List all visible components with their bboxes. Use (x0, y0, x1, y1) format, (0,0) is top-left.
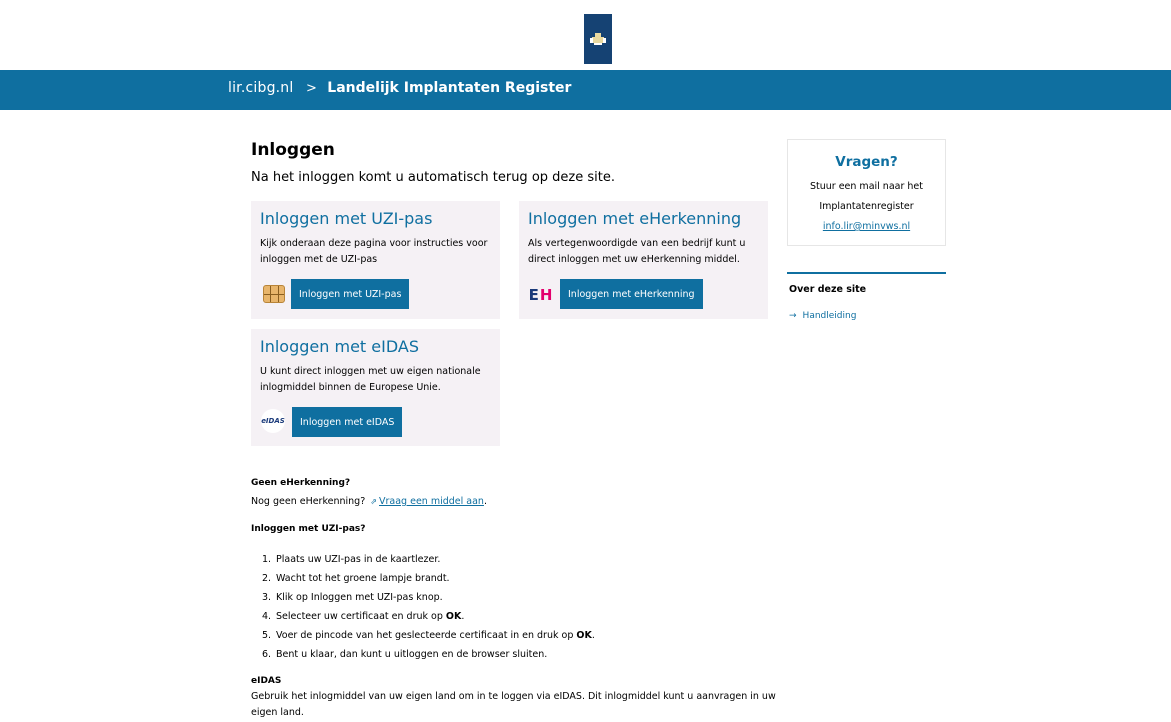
step-number: 3. (262, 592, 272, 603)
card-description: Kijk onderaan deze pagina voor instructi… (260, 236, 487, 268)
eidas-logo-text: eIDAS (261, 409, 285, 433)
step-number: 1. (262, 554, 272, 565)
eherkenning-logo-h: H (539, 286, 554, 304)
eidas-help-line: eigen land. (251, 707, 304, 718)
eidas-help-text: Gebruik het inlogmiddel van uw eigen lan… (251, 689, 776, 721)
step-text: Voer de pincode van het geslecteerde cer… (276, 630, 577, 641)
card-description: U kunt direct inloggen met uw eigen nati… (260, 364, 481, 396)
eidas-logo-icon: eIDAS (259, 409, 287, 433)
step-bold: OK (576, 630, 592, 641)
card-heading: Inloggen met eHerkenning (528, 209, 742, 228)
step-number: 2. (262, 573, 272, 584)
manual-link[interactable]: → Handleiding (789, 311, 856, 321)
no-eherkenning-label: Nog geen eHerkenning? (251, 496, 366, 507)
about-site-heading: Over deze site (789, 284, 867, 295)
questions-box: Vragen? Stuur een mail naar het Implanta… (787, 139, 946, 246)
card-description-line: inlogmiddel binnen de Europese Unie. (260, 382, 441, 393)
step-text: Plaats uw UZI-pas in de kaartlezer. (276, 554, 441, 565)
no-eherkenning-text: Nog geen eHerkenning? ⇗ Vraag een middel … (251, 494, 487, 510)
uzi-steps-list: 1. Plaats uw UZI-pas in de kaartlezer. 2.… (262, 550, 595, 664)
questions-text-line: Implantatenregister (819, 201, 914, 212)
eidas-help-line: Gebruik het inlogmiddel van uw eigen lan… (251, 691, 776, 702)
list-item: 2. Wacht tot het groene lampje brandt. (262, 569, 595, 588)
card-heading: Inloggen met UZI-pas (260, 209, 433, 228)
card-description-line: direct inloggen met uw eHerkenning midde… (528, 254, 740, 265)
list-item: 5. Voer de pincode van het geslecteerde c… (262, 626, 595, 645)
login-eidas-button[interactable]: Inloggen met eIDAS (292, 407, 403, 437)
manual-link-label: Handleiding (802, 311, 857, 321)
card-description-line: U kunt direct inloggen met uw eigen nati… (260, 366, 481, 377)
page-title: Inloggen (251, 140, 335, 160)
aside-divider (787, 272, 946, 274)
login-card-eherkenning: Inloggen met eHerkenning Als vertegenwoo… (519, 201, 768, 319)
punctuation: . (483, 496, 487, 507)
page-subtitle: Na het inloggen komt u automatisch terug… (251, 170, 615, 185)
breadcrumb-site-link[interactable]: lir.cibg.nl (228, 80, 293, 96)
list-item: 4. Selecteer uw certificaat en druk op OK… (262, 607, 595, 626)
list-item: 1. Plaats uw UZI-pas in de kaartlezer. (262, 550, 595, 569)
eherkenning-logo-icon: EH (529, 284, 553, 306)
questions-email-line: info.lir@minvws.nl (788, 221, 945, 232)
questions-text-line: Stuur een mail naar het (809, 181, 923, 192)
breadcrumb-current-title: Landelijk Implantaten Register (327, 80, 572, 96)
step-text: Selecteer uw certificaat en druk op (276, 611, 446, 622)
contact-email-link[interactable]: info.lir@minvws.nl (823, 221, 910, 232)
punctuation: . (461, 611, 465, 622)
card-description-line: Kijk onderaan deze pagina voor instructi… (260, 238, 488, 249)
card-description-line: inloggen met de UZI-pas (260, 254, 378, 265)
card-description-line: Als vertegenwoordigde van een bedrijf ku… (528, 238, 746, 249)
eherkenning-logo-e: E (528, 286, 540, 304)
request-eherkenning-link[interactable]: Vraag een middel aan (379, 496, 484, 507)
card-description: Als vertegenwoordigde van een bedrijf ku… (528, 236, 745, 268)
login-uzi-button[interactable]: Inloggen met UZI-pas (291, 279, 410, 309)
eidas-help-heading: eIDAS (251, 676, 282, 686)
questions-heading: Vragen? (835, 154, 898, 170)
step-number: 6. (262, 649, 272, 660)
uzi-help-heading: Inloggen met UZI-pas? (251, 524, 366, 534)
smartcard-chip-icon (262, 282, 286, 306)
breadcrumb: lir.cibg.nl > Landelijk Implantaten Regi… (228, 80, 571, 96)
card-heading: Inloggen met eIDAS (260, 337, 419, 356)
header-bar: lir.cibg.nl > Landelijk Implantaten Regi… (0, 70, 1171, 110)
step-text: Wacht tot het groene lampje brandt. (276, 573, 450, 584)
login-card-uzi: Inloggen met UZI-pas Kijk onderaan deze … (251, 201, 500, 319)
arrow-right-icon: → (789, 311, 797, 321)
step-bold: OK (445, 611, 462, 622)
list-item: 3. Klik op Inloggen met UZI-pas knop. (262, 588, 595, 607)
crest-icon (590, 33, 606, 45)
no-eherkenning-heading: Geen eHerkenning? (251, 478, 351, 488)
login-card-eidas: Inloggen met eIDAS U kunt direct inlogge… (251, 329, 500, 446)
step-text: Klik op Inloggen met UZI-pas knop. (276, 592, 443, 603)
rijksoverheid-logo (584, 14, 612, 64)
step-number: 5. (262, 630, 272, 641)
list-item: 6. Bent u klaar, dan kunt u uitloggen en … (262, 645, 595, 664)
punctuation: . (591, 630, 595, 641)
external-link-icon: ⇗ (370, 497, 377, 506)
step-text: Bent u klaar, dan kunt u uitloggen en de… (276, 649, 548, 660)
chevron-right-icon: > (305, 81, 317, 96)
login-eherkenning-button[interactable]: Inloggen met eHerkenning (560, 279, 703, 309)
step-number: 4. (262, 611, 272, 622)
